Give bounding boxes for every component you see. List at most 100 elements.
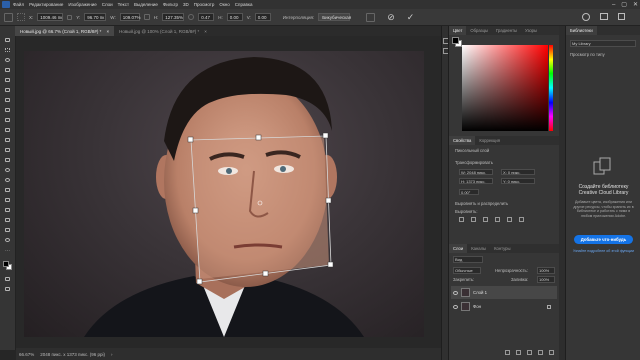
menu-select[interactable]: Выделение bbox=[134, 2, 158, 7]
gradient-tool-icon[interactable] bbox=[3, 157, 12, 163]
link-icon[interactable] bbox=[143, 14, 150, 20]
marquee-tool-icon[interactable] bbox=[3, 47, 12, 53]
layer-row-layer1[interactable]: Слой 1 bbox=[451, 286, 557, 299]
delta-icon[interactable] bbox=[67, 14, 73, 20]
menu-help[interactable]: Справка bbox=[235, 2, 253, 7]
color-picker-field[interactable] bbox=[462, 45, 548, 131]
portrait-photo[interactable] bbox=[24, 51, 424, 337]
learn-more-link[interactable]: Узнайте подробнее об этой функции bbox=[570, 249, 637, 253]
height-field[interactable]: H: 1373 пикс. bbox=[459, 178, 493, 184]
search-icon[interactable] bbox=[582, 13, 590, 21]
move-tool-icon[interactable] bbox=[4, 12, 13, 22]
new-layer-icon[interactable] bbox=[538, 350, 543, 355]
maximize-button[interactable]: ▢ bbox=[621, 1, 627, 8]
layer-name[interactable]: Фон bbox=[473, 304, 481, 309]
more-tools-icon[interactable]: ··· bbox=[5, 248, 10, 254]
align-top-icon[interactable] bbox=[495, 217, 500, 222]
quick-mask-icon[interactable] bbox=[3, 276, 12, 282]
menu-image[interactable]: Изображение bbox=[68, 2, 96, 7]
menu-window[interactable]: Окно bbox=[219, 2, 229, 7]
hue-slider[interactable] bbox=[549, 45, 553, 131]
align-middle-icon[interactable] bbox=[507, 217, 512, 222]
warp-toggle-icon[interactable] bbox=[366, 12, 376, 22]
tab-properties[interactable]: Свойства bbox=[449, 136, 476, 145]
transform-header[interactable]: Трансформировать bbox=[455, 160, 493, 165]
hand-tool-icon[interactable] bbox=[3, 227, 12, 233]
layer-filter-select[interactable]: Вид bbox=[453, 256, 483, 263]
share-icon[interactable] bbox=[618, 13, 625, 20]
menu-type[interactable]: Текст bbox=[118, 2, 129, 7]
tab-adjustments[interactable]: Коррекция bbox=[475, 136, 504, 145]
menu-layers[interactable]: Слои bbox=[102, 2, 113, 7]
add-something-button[interactable]: Добавьте что-нибудь bbox=[574, 235, 633, 244]
menu-file[interactable]: Файл bbox=[13, 2, 24, 7]
delete-layer-icon[interactable] bbox=[549, 350, 554, 355]
align-bottom-icon[interactable] bbox=[519, 217, 524, 222]
crop-tool-icon[interactable] bbox=[3, 77, 12, 83]
history-brush-tool-icon[interactable] bbox=[3, 137, 12, 143]
fx-icon[interactable] bbox=[516, 350, 521, 355]
minimize-button[interactable]: – bbox=[612, 2, 615, 8]
link-layers-icon[interactable] bbox=[505, 350, 510, 355]
library-select[interactable]: My Library bbox=[570, 40, 636, 47]
zoom-level[interactable]: 66.67% bbox=[19, 352, 34, 357]
interpolation-select[interactable]: Бикубическая bbox=[318, 13, 351, 21]
rectangle-tool-icon[interactable] bbox=[3, 217, 12, 223]
commit-transform-button[interactable]: ✓ bbox=[407, 12, 415, 23]
align-center-icon[interactable] bbox=[471, 217, 476, 222]
layer-name[interactable]: Слой 1 bbox=[473, 290, 487, 295]
eyedropper-tool-icon[interactable] bbox=[3, 97, 12, 103]
healing-brush-tool-icon[interactable] bbox=[3, 107, 12, 113]
cancel-transform-button[interactable]: ⊘ bbox=[387, 12, 395, 23]
menu-edit[interactable]: Редактирование bbox=[29, 2, 63, 7]
close-button[interactable]: ✕ bbox=[633, 1, 638, 8]
foreground-color-swatch[interactable] bbox=[3, 261, 9, 267]
frame-tool-icon[interactable] bbox=[3, 87, 12, 93]
angle-field[interactable]: 0.47 bbox=[198, 13, 215, 21]
ref-x-field[interactable]: 1009.46 пк bbox=[37, 13, 64, 21]
tab-layers[interactable]: Слои bbox=[449, 244, 468, 253]
tab-gradients[interactable]: Градиенты bbox=[492, 26, 521, 35]
align-right-icon[interactable] bbox=[483, 217, 488, 222]
pen-tool-icon[interactable] bbox=[3, 187, 12, 193]
height-field[interactable]: 127.35% bbox=[162, 13, 185, 21]
foreground-swatch[interactable] bbox=[452, 37, 459, 44]
visibility-eye-icon[interactable] bbox=[453, 290, 458, 295]
menu-3d[interactable]: 3D bbox=[183, 2, 189, 7]
clone-stamp-tool-icon[interactable] bbox=[3, 127, 12, 133]
document-info[interactable]: 2048 пикс. x 1373 пикс. (96 ppi) bbox=[40, 352, 105, 357]
opacity-field[interactable]: 100% bbox=[537, 267, 555, 274]
tab-color[interactable]: Цвет bbox=[449, 26, 467, 35]
type-tool-icon[interactable] bbox=[3, 197, 12, 203]
tab-patterns[interactable]: Узоры bbox=[521, 26, 541, 35]
document-tab[interactable]: Новый.jpg @ 100% (Слой 1, RGB/8#) * × bbox=[114, 26, 212, 36]
blur-tool-icon[interactable] bbox=[3, 167, 12, 173]
zoom-tool-icon[interactable] bbox=[3, 237, 12, 243]
document-tab-active[interactable]: Новый.jpg @ 66.7% (Слой 1, RGB/8#) * × bbox=[15, 26, 115, 36]
status-arrow-icon[interactable]: › bbox=[111, 352, 113, 357]
h-skew-field[interactable]: 0.00 bbox=[226, 13, 243, 21]
close-tab-icon[interactable]: × bbox=[106, 29, 109, 34]
reference-point-icon[interactable] bbox=[17, 13, 25, 21]
align-header[interactable]: Выровнять и распределить bbox=[455, 201, 508, 206]
blend-mode-select[interactable]: Обычные bbox=[453, 267, 481, 274]
x-field[interactable]: X: 0 пикс. bbox=[501, 169, 535, 175]
eraser-tool-icon[interactable] bbox=[3, 147, 12, 153]
angle-field[interactable]: 0.00° bbox=[459, 189, 479, 195]
photoshop-logo-icon[interactable] bbox=[2, 1, 10, 8]
layer-row-background[interactable]: Фон bbox=[451, 300, 557, 313]
quick-select-tool-icon[interactable] bbox=[3, 67, 12, 73]
add-mask-icon[interactable] bbox=[527, 350, 532, 355]
align-left-icon[interactable] bbox=[459, 217, 464, 222]
tab-libraries[interactable]: Библиотеки bbox=[566, 26, 597, 35]
workspace-icon[interactable] bbox=[600, 13, 608, 20]
tab-swatches[interactable]: Образцы bbox=[466, 26, 492, 35]
width-field[interactable]: W: 2048 пикс. bbox=[459, 169, 493, 175]
screen-mode-icon[interactable] bbox=[3, 286, 12, 292]
dodge-tool-icon[interactable] bbox=[3, 177, 12, 183]
close-tab-icon[interactable]: × bbox=[204, 29, 207, 34]
v-skew-field[interactable]: 0.00 bbox=[254, 13, 271, 21]
view-by-type-label[interactable]: Просмотр по типу bbox=[570, 52, 605, 57]
brush-tool-icon[interactable] bbox=[3, 117, 12, 123]
ref-y-field[interactable]: 96.70 пк bbox=[84, 13, 107, 21]
